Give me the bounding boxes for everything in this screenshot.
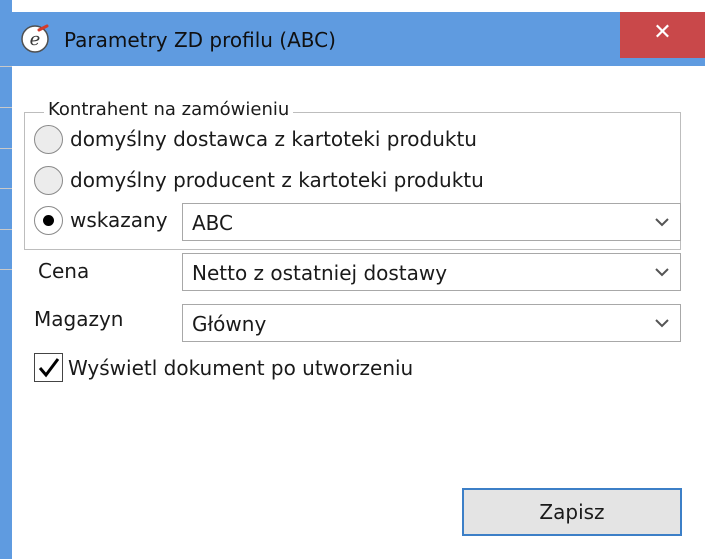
- svg-text:e: e: [30, 29, 41, 50]
- show-document-checkbox[interactable]: [34, 353, 63, 382]
- radio-button[interactable]: [34, 166, 63, 195]
- app-logo-icon: e: [21, 24, 49, 53]
- dropdown-value: ABC: [192, 211, 234, 235]
- radio-button-selected[interactable]: [34, 206, 63, 235]
- contractor-group-title: Kontrahent na zamówieniu: [44, 99, 294, 120]
- window-title: Parametry ZD profilu (ABC): [64, 28, 336, 52]
- radio-default-producer[interactable]: domyślny producent z kartoteki produktu: [34, 165, 504, 197]
- price-dropdown[interactable]: Netto z ostatniej dostawy: [182, 253, 681, 291]
- chevron-down-icon: [655, 218, 669, 227]
- title-bar[interactable]: e Parametry ZD profilu (ABC) ✕: [12, 12, 705, 66]
- chevron-down-icon: [655, 268, 669, 277]
- chevron-down-icon: [655, 319, 669, 328]
- show-document-label: Wyświetl dokument po utworzeniu: [68, 356, 414, 380]
- specified-contractor-dropdown[interactable]: ABC: [182, 203, 681, 241]
- dropdown-value: Netto z ostatniej dostawy: [192, 261, 448, 285]
- close-button[interactable]: ✕: [620, 12, 705, 58]
- radio-label: wskazany: [70, 208, 168, 232]
- show-document-checkbox-row[interactable]: Wyświetl dokument po utworzeniu: [34, 353, 434, 385]
- background-window-edge: [0, 0, 12, 559]
- save-button[interactable]: Zapisz: [462, 488, 682, 536]
- dropdown-value: Główny: [192, 312, 267, 336]
- close-icon: ✕: [653, 20, 672, 45]
- warehouse-dropdown[interactable]: Główny: [182, 304, 681, 342]
- radio-label: domyślny producent z kartoteki produktu: [70, 168, 484, 192]
- price-label: Cena: [38, 259, 90, 283]
- radio-specified[interactable]: wskazany: [34, 205, 174, 237]
- radio-button[interactable]: [34, 125, 63, 154]
- warehouse-label: Magazyn: [34, 307, 124, 331]
- checkmark-icon: [38, 358, 60, 378]
- radio-default-supplier[interactable]: domyślny dostawca z kartoteki produktu: [34, 124, 494, 156]
- radio-label: domyślny dostawca z kartoteki produktu: [70, 127, 477, 151]
